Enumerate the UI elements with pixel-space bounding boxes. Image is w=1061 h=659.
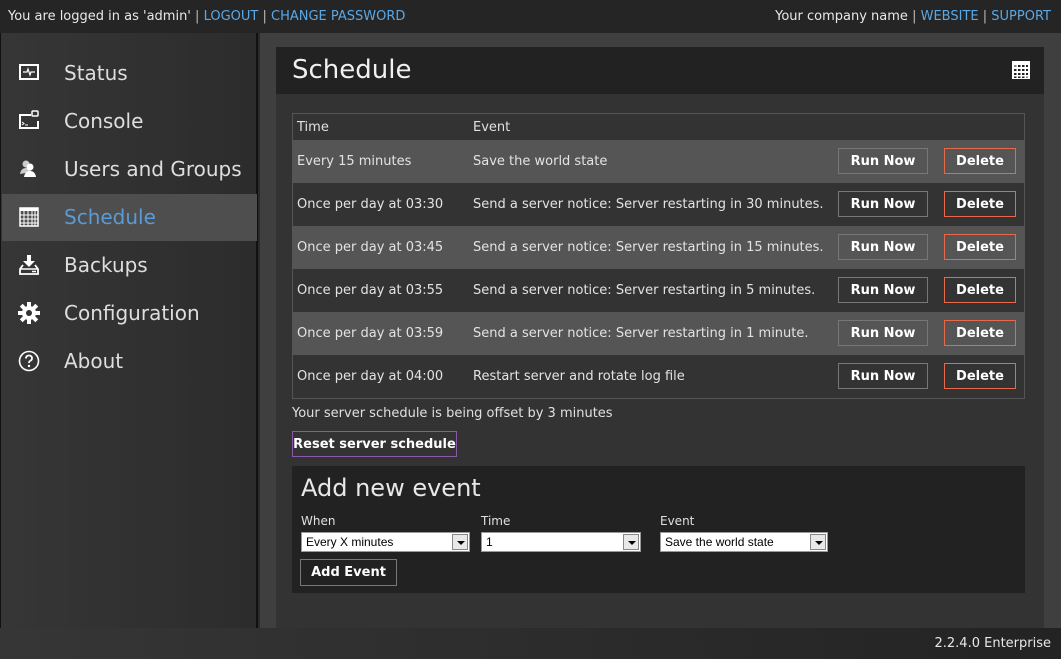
- sidebar-item-status[interactable]: Status: [2, 50, 257, 97]
- schedule-offset-text: Your server schedule is being offset by …: [292, 406, 613, 421]
- users-icon: [20, 160, 36, 177]
- delete-button[interactable]: Delete: [944, 277, 1016, 303]
- sidebar-item-configuration[interactable]: Configuration: [2, 290, 257, 337]
- sidebar-item-label: Status: [64, 61, 128, 85]
- footer: 2.2.4.0 Enterprise: [0, 628, 1061, 659]
- schedule-panel: Schedule Time Event Every 15 minutes Sav…: [276, 47, 1044, 628]
- logout-link[interactable]: LOGOUT: [204, 9, 259, 24]
- top-bar: You are logged in as 'admin' | LOGOUT | …: [0, 0, 1061, 33]
- sidebar-item-label: Schedule: [64, 205, 156, 229]
- table-row: Once per day at 04:00 Restart server and…: [293, 355, 1024, 398]
- add-event-section: Add new event When Every X minutes Time …: [292, 466, 1025, 593]
- column-header-time: Time: [297, 120, 329, 135]
- run-now-button[interactable]: Run Now: [838, 277, 928, 303]
- sidebar-item-console[interactable]: Console: [2, 98, 257, 145]
- delete-button[interactable]: Delete: [944, 363, 1016, 389]
- row-time: Once per day at 03:59: [297, 326, 444, 341]
- row-time: Every 15 minutes: [297, 154, 412, 169]
- sidebar-item-label: Console: [64, 109, 144, 133]
- gear-icon: [18, 302, 40, 324]
- website-link[interactable]: WEBSITE: [921, 9, 979, 24]
- time-label: Time: [481, 514, 511, 528]
- event-label: Event: [660, 514, 695, 528]
- row-event: Send a server notice: Server restarting …: [473, 240, 824, 255]
- row-event: Send a server notice: Server restarting …: [473, 283, 816, 298]
- event-select-value: Save the world state: [665, 535, 774, 549]
- download-drive-icon: [19, 255, 39, 275]
- row-event: Save the world state: [473, 154, 608, 169]
- schedule-table: Time Event Every 15 minutes Save the wor…: [292, 113, 1025, 399]
- delete-button[interactable]: Delete: [944, 234, 1016, 260]
- sidebar-item-users-and-groups[interactable]: Users and Groups: [2, 146, 257, 193]
- help-circle-icon: [18, 350, 40, 372]
- table-row: Once per day at 03:55 Send a server noti…: [293, 269, 1024, 312]
- column-header-event: Event: [473, 120, 511, 135]
- change-password-link[interactable]: CHANGE PASSWORD: [271, 9, 405, 24]
- table-header: Time Event: [293, 114, 1024, 140]
- run-now-button[interactable]: Run Now: [838, 191, 928, 217]
- run-now-button[interactable]: Run Now: [838, 363, 928, 389]
- separator: |: [912, 9, 917, 24]
- row-event: Send a server notice: Server restarting …: [473, 197, 824, 212]
- run-now-button[interactable]: Run Now: [838, 320, 928, 346]
- when-select-value: Every X minutes: [306, 535, 394, 549]
- chevron-down-icon[interactable]: [623, 534, 639, 550]
- delete-button[interactable]: Delete: [944, 320, 1016, 346]
- panel-header: Schedule: [276, 47, 1044, 94]
- sidebar-item-schedule[interactable]: Schedule: [2, 194, 257, 241]
- sidebar-item-label: Users and Groups: [64, 157, 242, 181]
- chevron-down-icon[interactable]: [452, 534, 468, 550]
- table-row: Once per day at 03:59 Send a server noti…: [293, 312, 1024, 355]
- sidebar-item-about[interactable]: About: [2, 338, 257, 385]
- separator: |: [262, 9, 267, 24]
- separator: |: [195, 9, 200, 24]
- add-event-title: Add new event: [301, 474, 481, 502]
- sidebar-item-backups[interactable]: Backups: [2, 242, 257, 289]
- add-event-button[interactable]: Add Event: [300, 559, 397, 586]
- sidebar-item-label: About: [64, 349, 124, 373]
- time-select-value: 1: [486, 535, 493, 549]
- chevron-down-icon[interactable]: [810, 534, 826, 550]
- sidebar-item-label: Backups: [64, 253, 148, 277]
- delete-button[interactable]: Delete: [944, 191, 1016, 217]
- status-monitor-icon: [19, 64, 39, 80]
- page-title: Schedule: [292, 55, 412, 85]
- time-select[interactable]: 1: [481, 532, 641, 552]
- run-now-button[interactable]: Run Now: [838, 234, 928, 260]
- sidebar: Status Console Users and Groups Schedule…: [0, 33, 258, 628]
- row-event: Send a server notice: Server restarting …: [473, 326, 809, 341]
- login-info: You are logged in as 'admin' | LOGOUT | …: [8, 9, 405, 24]
- support-link[interactable]: SUPPORT: [991, 9, 1051, 24]
- version-label: 2.2.4.0 Enterprise: [934, 636, 1052, 651]
- row-time: Once per day at 04:00: [297, 369, 444, 384]
- row-time: Once per day at 03:30: [297, 197, 444, 212]
- run-now-button[interactable]: Run Now: [838, 148, 928, 174]
- reset-server-schedule-button[interactable]: Reset server schedule: [292, 431, 457, 457]
- when-label: When: [301, 514, 336, 528]
- company-name: Your company name: [775, 9, 908, 24]
- table-row: Once per day at 03:45 Send a server noti…: [293, 226, 1024, 269]
- logged-in-text: You are logged in as 'admin': [8, 9, 191, 24]
- company-info: Your company name | WEBSITE | SUPPORT: [775, 9, 1051, 24]
- table-row: Every 15 minutes Save the world state Ru…: [293, 140, 1024, 183]
- calendar-grid-icon: [19, 207, 39, 227]
- row-event: Restart server and rotate log file: [473, 369, 685, 384]
- console-icon: [19, 110, 39, 129]
- content-area: Schedule Time Event Every 15 minutes Sav…: [260, 33, 1061, 628]
- table-row: Once per day at 03:30 Send a server noti…: [293, 183, 1024, 226]
- sidebar-item-label: Configuration: [64, 301, 200, 325]
- when-select[interactable]: Every X minutes: [301, 532, 470, 552]
- separator: |: [982, 9, 988, 24]
- calendar-grid-icon: [1012, 61, 1030, 79]
- event-select[interactable]: Save the world state: [660, 532, 828, 552]
- row-time: Once per day at 03:55: [297, 283, 444, 298]
- row-time: Once per day at 03:45: [297, 240, 444, 255]
- delete-button[interactable]: Delete: [944, 148, 1016, 174]
